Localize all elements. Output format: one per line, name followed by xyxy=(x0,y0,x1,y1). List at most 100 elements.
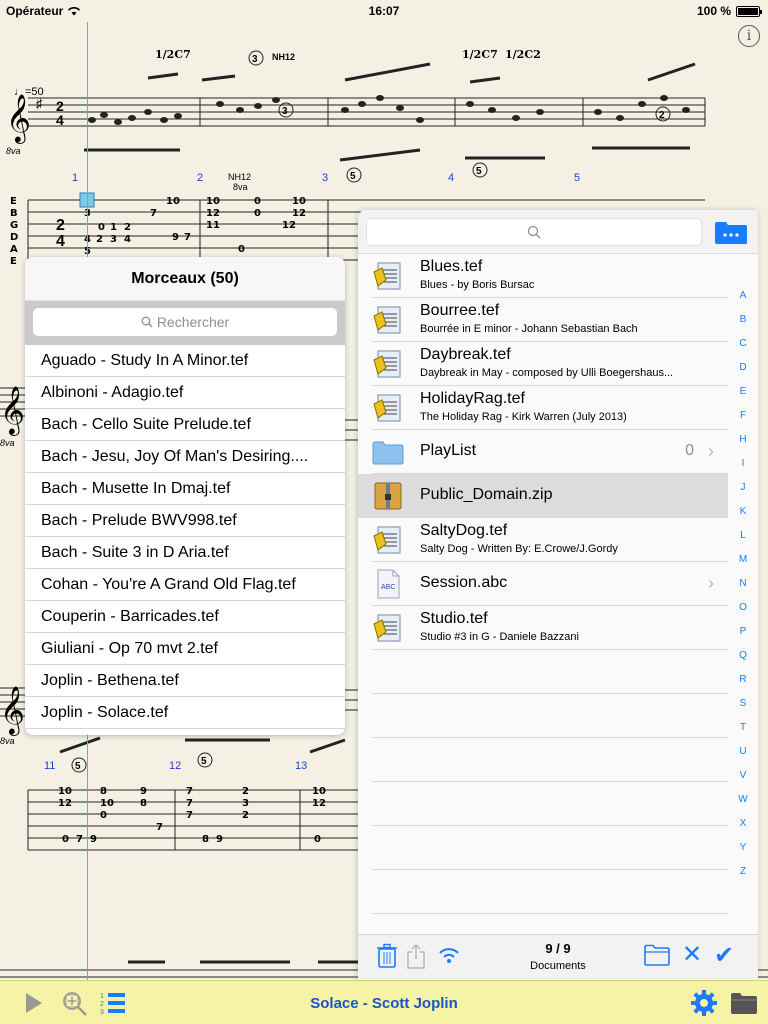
battery-icon xyxy=(736,5,762,17)
song-item[interactable]: Bach - Jesu, Joy Of Man's Desiring.... xyxy=(25,441,345,473)
file-name: Bourree.tef xyxy=(420,302,500,319)
song-item[interactable]: Aguado - Study In A Minor.tef xyxy=(25,345,345,377)
svg-text:12: 12 xyxy=(282,220,296,231)
index-letter[interactable]: V xyxy=(736,770,750,794)
tef-file-icon xyxy=(373,350,401,378)
song-item[interactable]: Joplin - Bethena.tef xyxy=(25,665,345,697)
svg-text:8: 8 xyxy=(140,798,147,809)
file-row[interactable]: HolidayRag.tef The Holiday Rag - Kirk Wa… xyxy=(372,386,728,430)
search-input[interactable]: Rechercher xyxy=(33,308,337,336)
index-letter[interactable]: Y xyxy=(736,842,750,866)
svg-text:𝄞: 𝄞 xyxy=(6,93,31,144)
song-item[interactable]: Bach - Musette In Dmaj.tef xyxy=(25,473,345,505)
file-row[interactable]: Daybreak.tef Daybreak in May - composed … xyxy=(372,342,728,386)
songs-popover: Morceaux (50) Rechercher Aguado - Study … xyxy=(25,257,345,735)
file-row[interactable]: Public_Domain.zip xyxy=(358,474,728,518)
index-letter[interactable]: H xyxy=(736,434,750,458)
svg-text:NH12: NH12 xyxy=(228,172,251,182)
file-name: Studio.tef xyxy=(420,610,488,627)
zoom-icon[interactable] xyxy=(62,991,88,1017)
svg-text:𝄞: 𝄞 xyxy=(0,385,25,436)
index-letter[interactable]: D xyxy=(736,362,750,386)
song-item[interactable]: Joplin - Solace.tef xyxy=(25,697,345,729)
file-row[interactable]: Bourree.tef Bourrée in E minor - Johann … xyxy=(372,298,728,342)
song-item[interactable]: Bach - Suite 3 in D Aria.tef xyxy=(25,537,345,569)
svg-text:10: 10 xyxy=(58,786,72,797)
index-letter[interactable]: I xyxy=(736,458,750,482)
index-letter[interactable]: X xyxy=(736,818,750,842)
song-item[interactable]: Couperin - Barricades.tef xyxy=(25,601,345,633)
song-item[interactable]: Giuliani - Op 70 mvt 2.tef xyxy=(25,633,345,665)
numbered-list-icon[interactable]: 123 xyxy=(100,991,126,1015)
file-row[interactable]: Blues.tef Blues - by Boris Bursac xyxy=(372,254,728,298)
tef-file-icon xyxy=(373,614,401,642)
svg-text:4: 4 xyxy=(56,233,65,250)
play-icon[interactable] xyxy=(26,993,42,1013)
folder-icon xyxy=(372,441,404,465)
search-placeholder: Rechercher xyxy=(156,314,230,330)
index-letter[interactable]: Q xyxy=(736,650,750,674)
index-letter[interactable]: Z xyxy=(736,866,750,890)
index-letter[interactable]: P xyxy=(736,626,750,650)
index-letter[interactable]: R xyxy=(736,674,750,698)
svg-text:5: 5 xyxy=(350,171,356,182)
svg-text:7: 7 xyxy=(186,810,193,821)
svg-text:0: 0 xyxy=(100,810,107,821)
svg-text:7: 7 xyxy=(156,822,163,833)
song-item[interactable]: Cohan - You're A Grand Old Flag.tef xyxy=(25,569,345,601)
close-icon[interactable]: ✕ xyxy=(682,940,702,969)
index-letter[interactable]: B xyxy=(736,314,750,338)
index-letter[interactable]: N xyxy=(736,578,750,602)
new-folder-icon[interactable] xyxy=(644,944,670,966)
section-index[interactable]: A B C D E F H I J K L M N O P Q R S T U … xyxy=(736,290,750,890)
file-name: Blues.tef xyxy=(420,258,483,275)
folder-row[interactable]: PlayList 0 › xyxy=(372,430,728,474)
index-letter[interactable]: K xyxy=(736,506,750,530)
index-letter[interactable]: O xyxy=(736,602,750,626)
search-icon xyxy=(141,316,153,328)
svg-text:1: 1 xyxy=(100,993,104,1000)
tef-file-icon xyxy=(373,394,401,422)
popover-title: Morceaux (50) xyxy=(25,257,345,301)
chevron-right-icon: › xyxy=(708,573,714,593)
checkmark-icon[interactable]: ✔ xyxy=(714,941,734,970)
file-row[interactable]: Studio.tef Studio #3 in G - Daniele Bazz… xyxy=(372,606,728,650)
song-item[interactable]: Albinoni - Adagio.tef xyxy=(25,377,345,409)
svg-text:10: 10 xyxy=(312,786,326,797)
trash-icon[interactable] xyxy=(376,943,398,969)
svg-text:8: 8 xyxy=(202,834,209,845)
gear-icon[interactable] xyxy=(690,989,718,1017)
index-letter[interactable]: S xyxy=(736,698,750,722)
index-letter[interactable]: J xyxy=(736,482,750,506)
file-row[interactable]: ABC Session.abc › xyxy=(372,562,728,606)
index-letter[interactable]: T xyxy=(736,722,750,746)
svg-text:0: 0 xyxy=(314,834,321,845)
folder-icon[interactable] xyxy=(730,991,758,1015)
battery-percent: 100 % xyxy=(696,4,731,18)
index-letter[interactable]: L xyxy=(736,530,750,554)
svg-text:7: 7 xyxy=(186,786,193,797)
index-letter[interactable]: A xyxy=(736,290,750,314)
index-letter[interactable]: U xyxy=(736,746,750,770)
index-letter[interactable]: F xyxy=(736,410,750,434)
song-item[interactable]: Bach - Cello Suite Prelude.tef xyxy=(25,409,345,441)
svg-text:2: 2 xyxy=(659,110,665,121)
document-count: 9 / 9 xyxy=(545,941,571,956)
file-description: Blues - by Boris Bursac xyxy=(420,279,535,291)
index-letter[interactable]: W xyxy=(736,794,750,818)
share-icon[interactable] xyxy=(406,943,426,969)
song-item[interactable]: Bach - Prelude BWV998.tef xyxy=(25,505,345,537)
wifi-transfer-icon[interactable] xyxy=(438,945,460,965)
index-letter[interactable]: C xyxy=(736,338,750,362)
svg-text:3: 3 xyxy=(100,1009,104,1015)
svg-text:1/2C7: 1/2C7 xyxy=(462,48,498,61)
svg-text:7: 7 xyxy=(184,232,191,243)
index-letter[interactable]: M xyxy=(736,554,750,578)
documents-search-input[interactable] xyxy=(366,218,702,246)
index-letter[interactable]: E xyxy=(736,386,750,410)
svg-text:10: 10 xyxy=(166,196,180,207)
folder-menu-icon[interactable] xyxy=(714,220,748,245)
svg-text:8va: 8va xyxy=(0,438,15,448)
file-row[interactable]: SaltyDog.tef Salty Dog - Written By: E.C… xyxy=(372,518,728,562)
svg-text:2: 2 xyxy=(124,222,131,233)
